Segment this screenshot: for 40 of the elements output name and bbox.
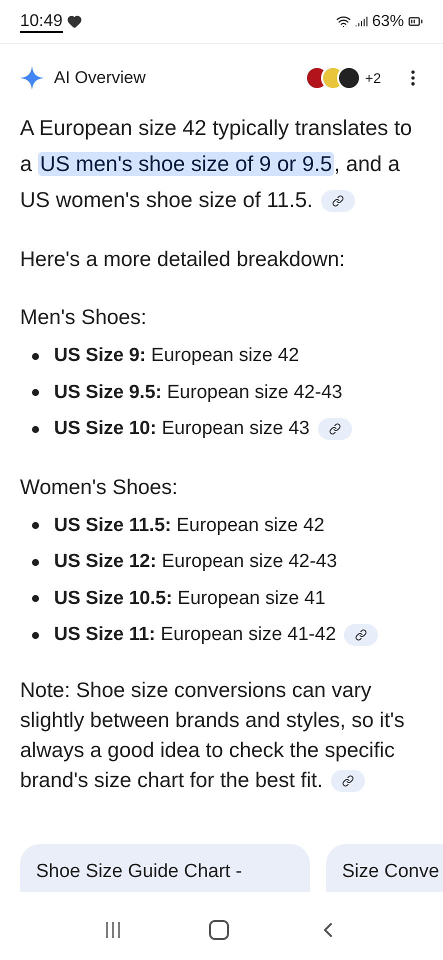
lead-text: Here's a more detailed breakdown: <box>20 247 346 273</box>
battery-percent: 63% <box>372 12 404 32</box>
list-item-text: US Size 12: European size 42-43 <box>54 550 338 574</box>
bullet-icon <box>32 352 39 360</box>
bullet-icon <box>32 389 39 396</box>
source-link-button[interactable] <box>330 770 365 792</box>
clock: 10:49 <box>20 10 63 32</box>
source-link-button[interactable] <box>344 624 378 646</box>
list-item-text: US Size 11: European size 41-42 <box>54 623 336 647</box>
bullet-icon <box>32 558 39 566</box>
sparkle-icon <box>20 66 44 90</box>
list-item-text: US Size 11.5: European size 42 <box>54 514 324 538</box>
bullet-icon <box>32 522 39 530</box>
bullet-icon <box>32 595 39 602</box>
heart-icon <box>66 14 82 29</box>
link-icon <box>328 423 341 436</box>
source-link-button[interactable] <box>318 418 352 440</box>
source-card[interactable]: Size Conve <box>326 844 443 892</box>
wifi-icon <box>336 14 351 29</box>
section-heading: Women's Shoes: <box>20 474 179 500</box>
section-heading: Men's Shoes: <box>20 305 148 331</box>
list-item-text: US Size 9.5: European size 42-43 <box>54 380 342 404</box>
source-card[interactable]: Shoe Size Guide Chart - <box>20 844 310 892</box>
battery-icon <box>408 14 423 29</box>
list-item-text: US Size 10.5: European size 41 <box>54 586 326 610</box>
link-icon <box>332 195 344 208</box>
list-item-text: US Size 10: European size 43 <box>54 417 310 441</box>
list-item-text: US Size 9: European size 42 <box>54 344 300 368</box>
bullet-icon <box>32 632 39 639</box>
link-icon <box>355 629 368 642</box>
signal-icon <box>354 15 368 28</box>
note-paragraph: Note: Shoe size conversions can vary slightly between brands and styles, so it's always a good idea to check the specific brand's size chart for the best fit. <box>20 678 406 794</box>
source-link-button[interactable] <box>320 190 355 212</box>
source-count[interactable]: +2 <box>365 68 381 88</box>
bullet-icon <box>32 426 39 433</box>
link-icon <box>342 774 354 787</box>
overview-title: AI Overview <box>54 67 147 90</box>
intro-paragraph: A European size 42 typically translates to a US men's shoe size of 9 or 9.5, and a US women's shoe size of 11.5. <box>20 115 413 214</box>
source-avatars-icon[interactable] <box>305 66 362 90</box>
home-icon[interactable] <box>209 920 230 940</box>
